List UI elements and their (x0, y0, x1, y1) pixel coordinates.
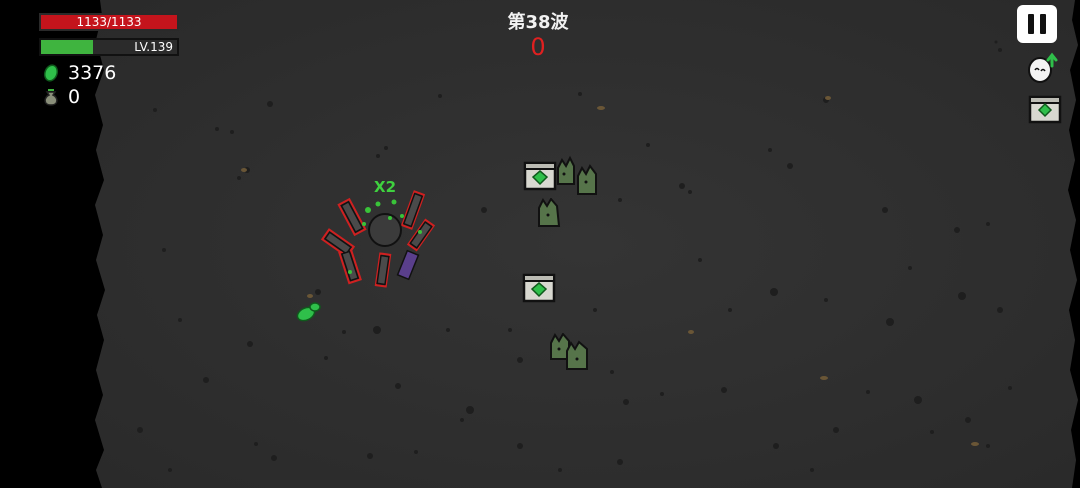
level-text: LV.139 (134, 40, 173, 54)
gem-counter: 3376 (42, 62, 116, 84)
bag-count: 0 (68, 86, 81, 108)
experience-bar: LV.139 (39, 38, 179, 56)
pause-button[interactable] (1017, 5, 1057, 43)
pause-icon-bar-left (1028, 14, 1034, 34)
enemy-single (538, 198, 561, 227)
gem-count: 3376 (68, 62, 117, 84)
pause-icon-bar-right (1040, 14, 1046, 34)
supply-chest-icon[interactable] (1028, 93, 1062, 125)
wave-title: 第38波 (507, 12, 569, 33)
green-gem-icon (43, 64, 59, 82)
arena-ground (95, 0, 1078, 488)
game-screen: X2 1133/1133 LV.139 3376 0 第38波 0 (0, 0, 1080, 488)
arena-floor (95, 0, 1078, 488)
egg-upgrade-icon[interactable] (1026, 50, 1060, 84)
health-bar: 1133/1133 (39, 13, 179, 31)
damage-multiplier: X2 (374, 178, 397, 196)
supply-chest-2[interactable] (521, 271, 557, 305)
supply-chest-1[interactable] (522, 159, 558, 193)
enemy-group-1 (557, 155, 597, 195)
dropped-gem-icon[interactable] (294, 298, 324, 324)
wave-enemy-count: 0 (530, 33, 546, 61)
experience-fill (41, 40, 93, 54)
bag-counter: 0 (42, 86, 80, 108)
enemy-group-2 (550, 333, 588, 370)
health-text: 1133/1133 (76, 15, 142, 29)
money-bag-icon (44, 89, 58, 106)
